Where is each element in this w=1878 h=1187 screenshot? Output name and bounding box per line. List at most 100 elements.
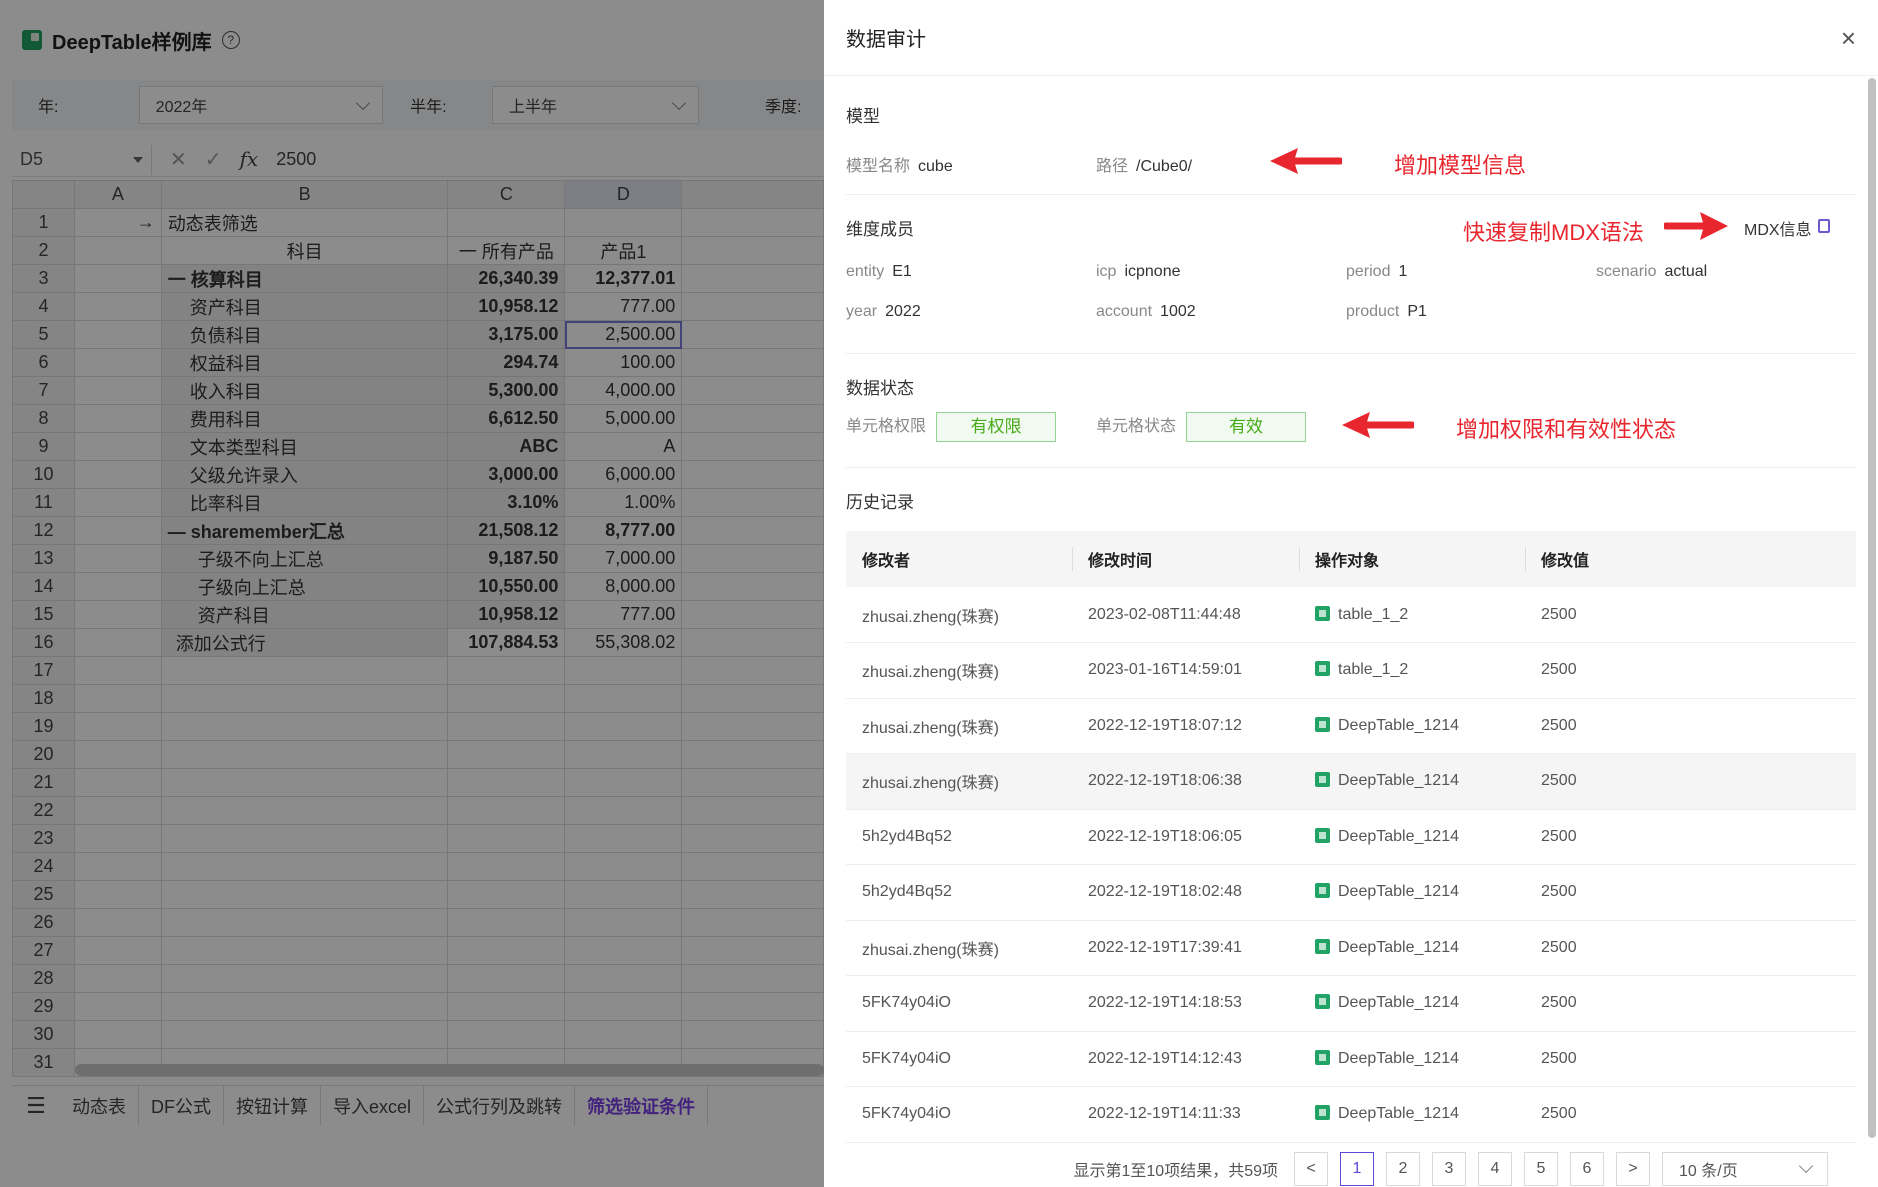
next-page-button[interactable]: > (1616, 1151, 1650, 1186)
dim-key: account (1096, 303, 1153, 320)
history-time: 2022-12-19T14:18:53 (1072, 975, 1299, 1032)
model-path-label: 路径 (1096, 158, 1129, 175)
history-object-name: DeepTable_1214 (1338, 1105, 1459, 1123)
dim-item: icp icpnone (1096, 263, 1346, 281)
dim-item: entity E1 (846, 263, 1096, 281)
history-editor: zhusai.zheng(珠赛) (846, 920, 1072, 976)
cell-permission-label: 单元格权限 (846, 418, 927, 435)
dim-key: scenario (1596, 263, 1657, 280)
history-time: 2022-12-19T18:06:38 (1072, 753, 1299, 810)
copy-icon[interactable] (1817, 219, 1830, 233)
history-object-name: DeepTable_1214 (1338, 827, 1459, 845)
history-editor: 5h2yd4Bq52 (846, 864, 1072, 921)
table-row[interactable]: zhusai.zheng(珠赛) 2022-12-19T18:06:38 DeepT… (846, 753, 1856, 810)
history-object-name: table_1_2 (1338, 605, 1409, 623)
page-button[interactable]: 1 (1340, 1151, 1374, 1186)
mdx-label: MDX信息 (1744, 222, 1812, 239)
table-row[interactable]: 5FK74y04iO 2022-12-19T14:18:53 DeepTable_1… (846, 975, 1856, 1032)
history-value: 2500 (1525, 864, 1856, 921)
history-value: 2500 (1525, 1031, 1856, 1087)
table-row[interactable]: zhusai.zheng(珠赛) 2023-01-16T14:59:01 table… (846, 642, 1856, 699)
drawer-title: 数据审计 (846, 29, 926, 51)
dim-item: account 1002 (1096, 303, 1346, 321)
history-editor: zhusai.zheng(珠赛) (846, 642, 1072, 699)
history-editor: zhusai.zheng(珠赛) (846, 753, 1072, 810)
history-value: 2500 (1525, 642, 1856, 699)
dims-section: 维度成员 快速复制MDX语法 MDX信息 entity E1 icp icpnone… (824, 195, 1878, 353)
table-row[interactable]: 5h2yd4Bq52 2022-12-19T18:02:48 DeepTable_1… (846, 864, 1856, 921)
cell-state-badge: 有效 (1186, 412, 1307, 443)
sheet-icon (1315, 827, 1330, 843)
dim-key: period (1346, 263, 1391, 280)
vertical-scrollbar[interactable] (1868, 78, 1876, 1138)
table-row[interactable]: 5FK74y04iO 2022-12-19T14:11:33 DeepTable_1… (846, 1086, 1856, 1143)
model-name-field: 模型名称 cube (846, 152, 953, 176)
col-header-editor[interactable]: 修改者 (846, 531, 1072, 587)
page-button[interactable]: 2 (1386, 1151, 1420, 1186)
model-name-value: cube (918, 158, 953, 175)
dims-annotation: 快速复制MDX语法 (1463, 220, 1644, 245)
history-object-name: DeepTable_1214 (1338, 994, 1459, 1012)
page-button[interactable]: 5 (1524, 1151, 1558, 1186)
sheet-icon (1315, 661, 1330, 677)
model-section-title: 模型 (846, 107, 880, 126)
table-row[interactable]: zhusai.zheng(珠赛) 2022-12-19T18:07:12 DeepT… (846, 698, 1856, 754)
model-annotation: 增加模型信息 (1394, 153, 1527, 178)
model-name-label: 模型名称 (846, 158, 911, 175)
col-header-value[interactable]: 修改值 (1525, 531, 1856, 587)
dim-key: year (846, 303, 878, 320)
cell-state-field: 单元格状态 有效 (1096, 412, 1307, 443)
dim-key: icp (1096, 263, 1117, 280)
history-section-title: 历史记录 (846, 493, 914, 512)
history-editor: zhusai.zheng(珠赛) (846, 698, 1072, 754)
history-object: DeepTable_1214 (1299, 1086, 1525, 1143)
history-object: DeepTable_1214 (1299, 920, 1525, 976)
history-table: 修改者 修改时间 操作对象 修改值 zhusai.zheng(珠赛) 2023-0… (846, 531, 1856, 1143)
table-row[interactable]: 5h2yd4Bq52 2022-12-19T18:06:05 DeepTable_1… (846, 809, 1856, 865)
sheet-icon (1315, 1105, 1330, 1121)
history-object: DeepTable_1214 (1299, 753, 1525, 810)
pagination-summary: 显示第1至10项结果，共59项 (1073, 1162, 1279, 1180)
status-section-title: 数据状态 (846, 379, 914, 398)
dim-item: period 1 (1346, 263, 1596, 281)
history-object-name: DeepTable_1214 (1338, 1049, 1459, 1067)
modal-overlay[interactable] (0, 0, 824, 1187)
model-path-field: 路径/Cube0/ (1096, 152, 1192, 176)
pagination: 显示第1至10项结果，共59项 < 1 2 3 4 5 6 > 10 条/页 (824, 1150, 1878, 1187)
history-time: 2022-12-19T14:12:43 (1072, 1031, 1299, 1087)
status-annotation: 增加权限和有效性状态 (1456, 417, 1677, 442)
history-object: DeepTable_1214 (1299, 809, 1525, 865)
history-object: DeepTable_1214 (1299, 975, 1525, 1032)
history-value: 2500 (1525, 809, 1856, 865)
sheet-icon (1315, 716, 1330, 732)
table-row[interactable]: zhusai.zheng(珠赛) 2023-02-08T11:44:48 table… (846, 587, 1856, 643)
sheet-icon (1315, 994, 1330, 1010)
dim-value: E1 (892, 263, 912, 280)
history-time: 2022-12-19T18:06:05 (1072, 809, 1299, 865)
page-button[interactable]: 4 (1478, 1151, 1512, 1186)
history-object-name: DeepTable_1214 (1338, 772, 1459, 790)
table-row[interactable]: zhusai.zheng(珠赛) 2022-12-19T17:39:41 DeepT… (846, 920, 1856, 976)
annotation-arrow-icon (1270, 148, 1342, 174)
history-value: 2500 (1525, 975, 1856, 1032)
history-value: 2500 (1525, 920, 1856, 976)
dims-grid: entity E1 icp icpnone period 1 scenario actu… (846, 263, 1856, 321)
sheet-icon (1315, 938, 1330, 954)
page-button[interactable]: 6 (1570, 1151, 1604, 1186)
table-row[interactable]: 5FK74y04iO 2022-12-19T14:12:43 DeepTable_1… (846, 1031, 1856, 1087)
col-header-time[interactable]: 修改时间 (1072, 531, 1299, 587)
cell-state-label: 单元格状态 (1096, 418, 1177, 435)
page-button[interactable]: 3 (1432, 1151, 1466, 1186)
col-header-object[interactable]: 操作对象 (1299, 531, 1525, 587)
mdx-copy-button[interactable]: MDX信息 (1744, 216, 1830, 240)
annotation-arrow-icon (1664, 212, 1728, 240)
history-object: table_1_2 (1299, 587, 1525, 643)
close-icon[interactable]: × (1841, 25, 1856, 51)
page-size-select[interactable]: 10 条/页 (1662, 1151, 1828, 1186)
sheet-icon (1315, 772, 1330, 788)
status-section: 数据状态 单元格权限 有权限 单元格状态 有效 增加权限和有效性状态 (824, 354, 1878, 467)
model-section: 模型 模型名称 cube 路径/Cube0/ 增加模型信息 (824, 76, 1878, 194)
dim-value: 1 (1398, 263, 1408, 280)
history-value: 2500 (1525, 753, 1856, 810)
prev-page-button[interactable]: < (1294, 1151, 1328, 1186)
